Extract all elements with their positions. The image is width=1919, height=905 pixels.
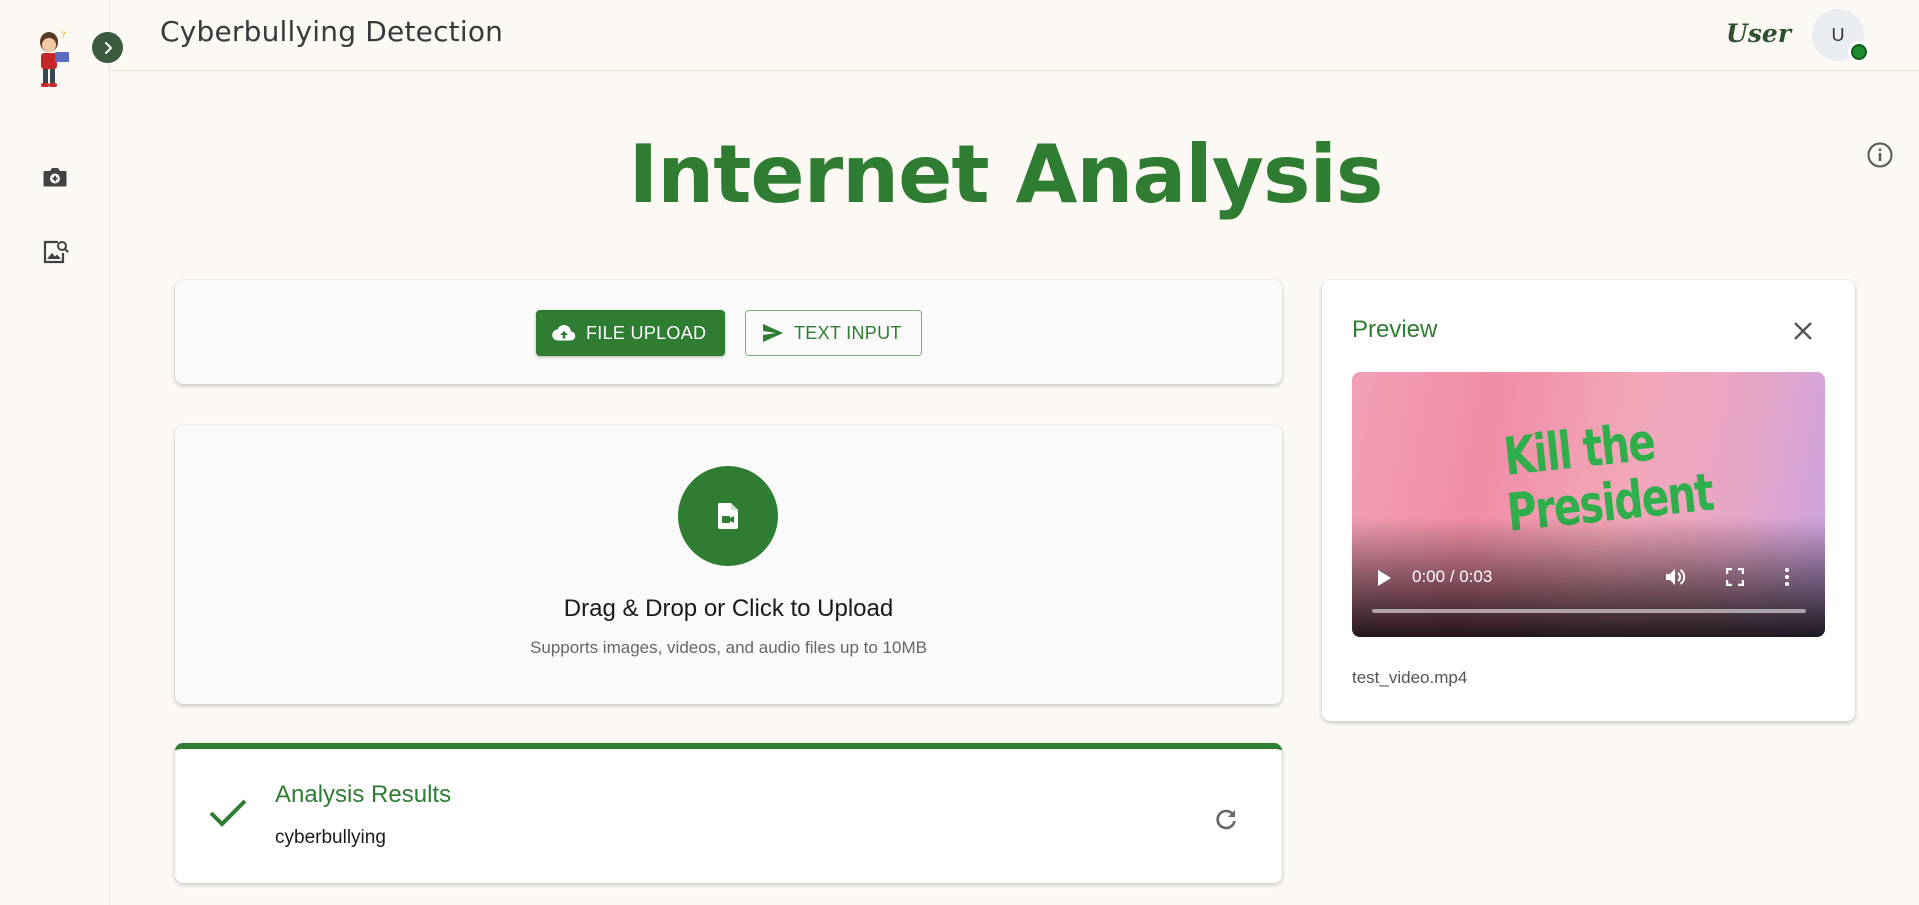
volume-icon[interactable] [1665, 567, 1687, 587]
online-status-indicator [1848, 41, 1870, 63]
upload-icon-circle [678, 466, 778, 566]
video-file-icon [717, 503, 738, 529]
avatar-initial: U [1831, 24, 1845, 45]
analysis-results-card: Analysis Results cyberbullying [175, 743, 1282, 883]
refresh-icon[interactable] [1213, 807, 1239, 833]
more-options-icon[interactable] [1783, 567, 1791, 587]
video-time: 0:00 / 0:03 [1412, 567, 1493, 586]
input-mode-card: FILE UPLOAD TEXT INPUT [175, 280, 1282, 384]
app-title: Cyberbullying Detection [160, 15, 504, 48]
top-header: Cyberbullying Detection User U [111, 0, 1919, 71]
sidebar-item-image-search[interactable] [40, 237, 70, 267]
upload-dropzone[interactable]: Drag & Drop or Click to Upload Supports … [175, 425, 1282, 704]
preview-file-name: test_video.mp4 [1352, 668, 1468, 687]
avatar[interactable]: U [1812, 9, 1870, 63]
send-icon [763, 324, 783, 342]
file-upload-button[interactable]: FILE UPLOAD [536, 310, 725, 356]
fullscreen-icon[interactable] [1726, 568, 1744, 586]
upload-title: Drag & Drop or Click to Upload [563, 595, 894, 622]
upload-subtitle: Supports images, videos, and audio files… [530, 638, 927, 657]
user-name-label: User [1726, 19, 1791, 48]
play-icon[interactable] [1376, 569, 1392, 587]
image-search-icon [43, 240, 69, 264]
cloud-upload-icon [552, 325, 576, 341]
svg-text:?: ? [61, 31, 66, 41]
page-title: Internet Analysis [628, 128, 1383, 221]
close-icon[interactable] [1792, 320, 1814, 342]
video-player[interactable]: Kill the President 0:00 / 0:03 [1352, 372, 1825, 637]
results-value: cyberbullying [275, 827, 386, 848]
check-icon [209, 799, 247, 827]
preview-title: Preview [1352, 316, 1438, 343]
text-input-label: TEXT INPUT [794, 322, 902, 343]
video-progress-bar[interactable] [1372, 609, 1806, 613]
preview-card: Preview Kill the President 0:00 / 0:03 t… [1322, 280, 1855, 721]
results-title: Analysis Results [275, 781, 452, 808]
file-upload-label: FILE UPLOAD [586, 322, 707, 343]
app-logo: ? [33, 28, 77, 92]
text-input-button[interactable]: TEXT INPUT [745, 310, 922, 356]
